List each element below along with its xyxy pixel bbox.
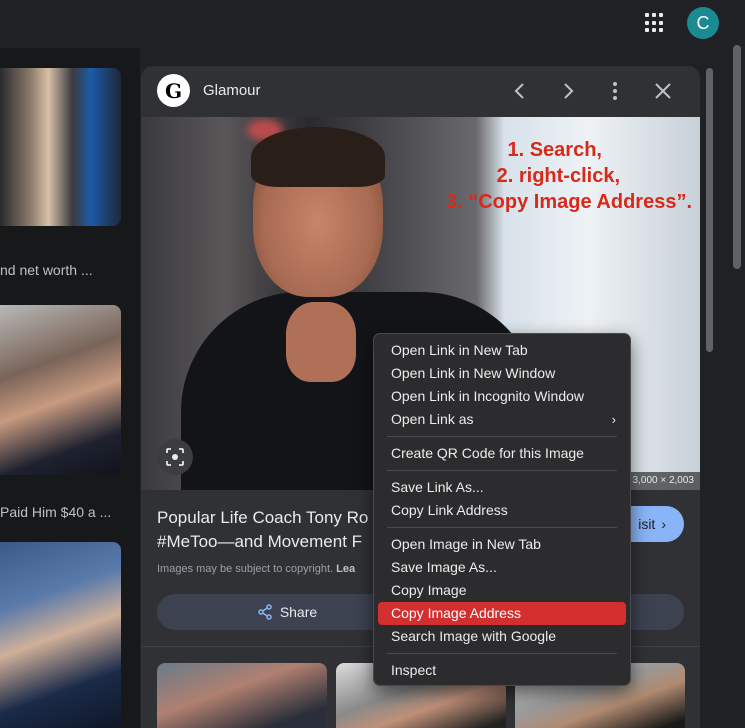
menu-item-open-link-as[interactable]: Open Link as › [378,408,626,431]
chevron-right-icon: › [611,412,616,427]
instruction-line: 2. right-click, [496,165,620,187]
more-vert-icon[interactable] [603,79,627,103]
context-menu: Open Link in New Tab Open Link in New Win… [373,333,631,686]
menu-item-copy-image[interactable]: Copy Image [378,579,626,602]
related-image[interactable] [157,663,327,728]
page-scrollbar[interactable] [733,45,741,269]
panel-scrollbar[interactable] [706,68,713,352]
copyright-text: Images may be subject to copyright. [157,563,334,575]
share-label: Share [279,604,318,620]
menu-separator [387,470,617,471]
visit-label: isit [638,516,656,532]
result-caption[interactable]: Paid Him $40 a ... [0,504,111,520]
site-name[interactable]: Glamour [203,82,261,99]
menu-item-open-link-in-incognito-window[interactable]: Open Link in Incognito Window [378,385,626,408]
menu-item-open-image-in-new-tab[interactable]: Open Image in New Tab [378,533,626,556]
chevron-left-icon[interactable] [508,79,532,103]
menu-separator [387,527,617,528]
chevron-right-icon: › [661,516,666,532]
menu-item-copy-link-address[interactable]: Copy Link Address [378,499,626,522]
close-icon[interactable] [651,79,675,103]
chevron-right-icon[interactable] [556,79,580,103]
result-thumbnail[interactable] [0,68,121,226]
lens-search-button[interactable] [157,439,193,475]
result-thumbnail[interactable] [0,305,121,475]
image-dimensions: 3,000 × 2,003 [626,472,700,490]
site-logo: G [157,74,190,107]
result-caption[interactable]: nd net worth ... [0,262,93,278]
google-apps-icon[interactable] [645,13,665,33]
menu-item-save-image-as[interactable]: Save Image As... [378,556,626,579]
menu-separator [387,653,617,654]
results-column: nd net worth ... Paid Him $40 a ... [0,48,140,728]
top-bar: C [0,0,745,48]
menu-item-save-link-as[interactable]: Save Link As... [378,476,626,499]
menu-item-create-qr-code-for-this-image[interactable]: Create QR Code for this Image [378,442,626,465]
learn-more-link[interactable]: Lea [336,563,355,575]
account-avatar[interactable]: C [687,7,719,39]
instruction-overlay: 1. Search, 2. right-click, 3. “Copy Imag… [446,137,692,215]
result-thumbnail[interactable] [0,542,121,728]
panel-header: G Glamour [141,66,700,117]
menu-item-open-link-in-new-window[interactable]: Open Link in New Window [378,362,626,385]
copyright-notice: Images may be subject to copyright. Lea [157,563,355,575]
menu-item-inspect[interactable]: Inspect [378,659,626,682]
lens-icon [166,448,184,466]
instruction-line: 3. “Copy Image Address”. [446,191,692,213]
menu-item-copy-image-address[interactable]: Copy Image Address [378,602,626,625]
share-icon [258,604,272,620]
menu-item-open-link-in-new-tab[interactable]: Open Link in New Tab [378,339,626,362]
instruction-line: 1. Search, [507,139,602,161]
menu-item-search-image-with-google[interactable]: Search Image with Google [378,625,626,648]
menu-separator [387,436,617,437]
